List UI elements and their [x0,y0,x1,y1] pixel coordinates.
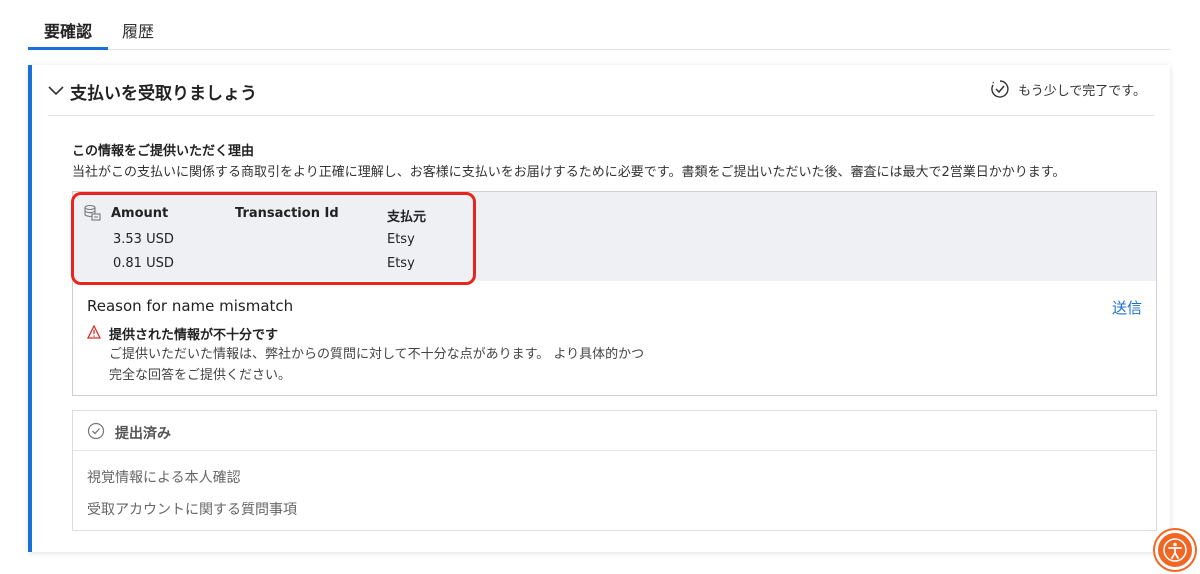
reason-description: 当社がこの支払いに関係する商取引をより正確に理解し、お客様に支払いをお届けするた… [72,165,1066,180]
highlight-outline [71,192,476,285]
card-title: 支払いを受取りましょう [70,84,257,104]
transaction-box: Amount Transaction Id 支払元 3.53 USD Etsy … [71,191,1157,396]
submitted-item-account-questions[interactable]: 受取アカウントに関する質問事項 [87,499,297,519]
warning-message: ご提供いただいた情報は、弊社からの質問に対して不十分な点があります。 より具体的… [109,344,644,386]
tab-needs-review[interactable]: 要確認 [28,18,108,50]
warning-line: ご提供いただいた情報は、弊社からの質問に対して不十分な点があります。 より具体的… [109,347,645,362]
chevron-down-icon[interactable] [48,82,64,98]
submitted-item-identity[interactable]: 視覚情報による本人確認 [87,467,241,487]
submitted-title: 提出済み [115,426,171,442]
submitted-header: 提出済み [73,411,1156,451]
progress-status: もう少しで完了です。 [990,79,1146,99]
submitted-section: 提出済み 視覚情報による本人確認 受取アカウントに関する質問事項 [72,410,1157,531]
name-mismatch-label: Reason for name mismatch [87,297,294,315]
reason-title: この情報をご提供いただく理由 [72,144,255,159]
divider [48,115,1154,116]
warning-title: 提供された情報が不十分です [109,328,279,343]
payment-task-card: 支払いを受取りましょう もう少しで完了です。 この情報をご提供いただく理由 当社… [28,65,1170,552]
warning-triangle-icon [87,325,101,339]
send-link[interactable]: 送信 [1112,297,1142,318]
tab-history[interactable]: 履歴 [122,18,154,50]
check-circle-icon [87,422,105,440]
progress-text: もう少しで完了です。 [1018,83,1146,99]
accessibility-icon [1163,538,1187,562]
tab-bar: 要確認 履歴 [28,0,1170,50]
warning-line: 完全な回答をご提供ください。 [109,368,292,383]
clock-check-icon [991,80,1009,98]
accessibility-button[interactable] [1155,530,1195,570]
card-header[interactable]: 支払いを受取りましょう もう少しで完了です。 [48,79,1154,115]
